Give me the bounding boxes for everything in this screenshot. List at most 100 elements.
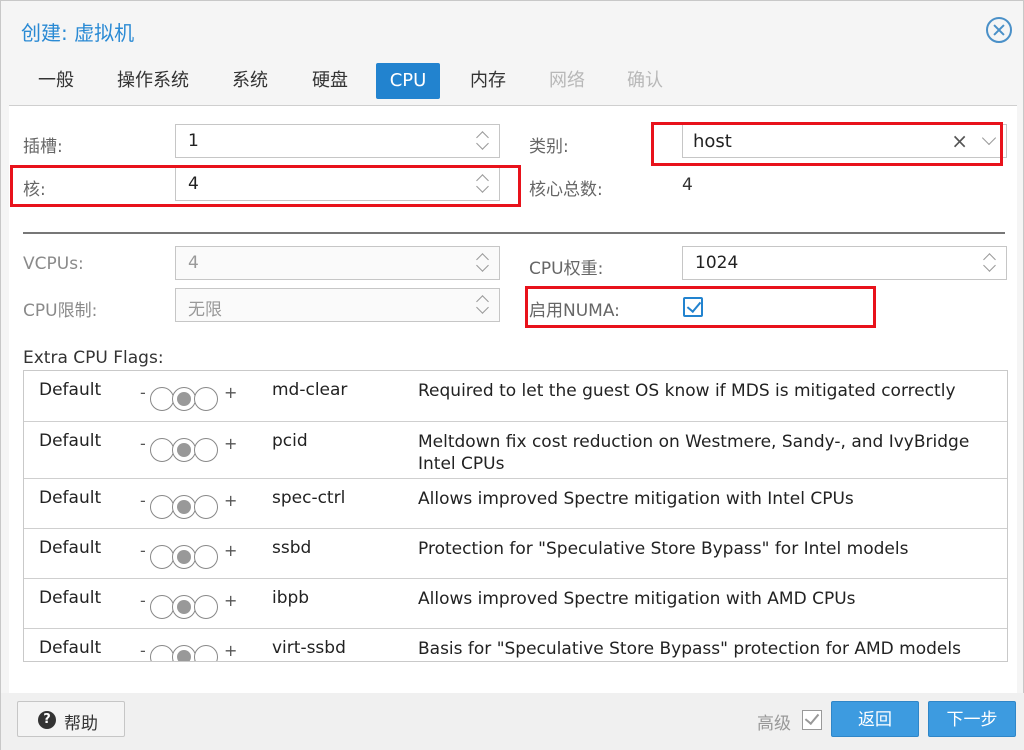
flag-description: Meltdown fix cost reduction on Westmere,…	[418, 432, 970, 474]
flag-description: Allows improved Spectre mitigation with …	[418, 589, 856, 609]
dialog-title: 创建: 虚拟机	[21, 21, 135, 45]
plus-icon: +	[224, 434, 238, 453]
flag-description: Basis for "Speculative Store Bypass" pro…	[418, 639, 961, 659]
flag-name: ibpb	[272, 588, 310, 608]
vcpus-label: VCPUs:	[23, 254, 84, 274]
dialog-footer: ? 帮助 高级 返回 下一步	[1, 693, 1024, 750]
cpu-limit-value: 无限	[188, 300, 222, 320]
tab-cpu[interactable]: CPU	[376, 63, 440, 99]
flag-toggle	[150, 645, 220, 661]
flag-toggle	[150, 387, 220, 411]
cpu-units-value: 1024	[695, 253, 739, 273]
clear-icon[interactable]: ×	[951, 129, 968, 153]
create-vm-dialog: 创建: 虚拟机 一般 操作系统 系统 硬盘 CPU 内存 网络 确认 插槽: 1…	[0, 0, 1024, 750]
sockets-value: 1	[188, 131, 199, 151]
plus-icon: +	[224, 383, 238, 402]
numa-checkbox[interactable]	[683, 297, 703, 317]
flag-name: spec-ctrl	[272, 488, 346, 508]
flag-on-radio[interactable]	[194, 645, 218, 661]
tab-disk[interactable]: 硬盘	[297, 63, 363, 99]
tab-memory[interactable]: 内存	[455, 63, 521, 99]
tab-system[interactable]: 系统	[217, 63, 283, 99]
flag-default-radio[interactable]	[172, 387, 196, 411]
flag-name: md-clear	[272, 380, 348, 400]
flag-toggle	[150, 438, 220, 462]
cpu-flags-table[interactable]: Default - + md-clear Required to let the…	[23, 370, 1008, 662]
minus-icon: -	[140, 591, 146, 610]
minus-icon: -	[140, 491, 146, 510]
minus-icon: -	[140, 641, 146, 660]
flag-name: pcid	[272, 431, 308, 451]
sockets-label: 插槽:	[23, 137, 63, 157]
close-icon[interactable]	[986, 17, 1012, 43]
flag-on-radio[interactable]	[194, 595, 218, 619]
spinner-arrows-icon[interactable]	[476, 129, 491, 153]
flag-default-radio[interactable]	[172, 645, 196, 661]
flag-off-radio[interactable]	[150, 495, 174, 519]
spinner-arrows-icon[interactable]	[476, 293, 491, 317]
flag-on-radio[interactable]	[194, 545, 218, 569]
spinner-arrows-icon[interactable]	[983, 251, 998, 275]
table-row: Default - + spec-ctrl Allows improved Sp…	[24, 479, 1007, 529]
flag-default-radio[interactable]	[172, 495, 196, 519]
flag-off-radio[interactable]	[150, 438, 174, 462]
cpu-type-combo[interactable]: host ×	[682, 124, 1007, 158]
plus-icon: +	[224, 541, 238, 560]
spinner-arrows-icon[interactable]	[476, 172, 491, 196]
cores-label: 核:	[23, 180, 46, 200]
table-row: Default - + virt-ssbd Basis for "Specula…	[24, 629, 1007, 661]
plus-icon: +	[224, 591, 238, 610]
section-divider	[23, 232, 1005, 234]
flag-default-radio[interactable]	[172, 595, 196, 619]
tab-general[interactable]: 一般	[23, 63, 89, 99]
back-button[interactable]: 返回	[831, 701, 919, 737]
flag-toggle	[150, 545, 220, 569]
flag-off-radio[interactable]	[150, 545, 174, 569]
plus-icon: +	[224, 641, 238, 660]
tab-os[interactable]: 操作系统	[105, 63, 201, 99]
help-button-label: 帮助	[64, 714, 98, 734]
sockets-spinner[interactable]: 1	[175, 124, 500, 158]
flag-default-radio[interactable]	[172, 545, 196, 569]
wizard-tabs: 一般 操作系统 系统 硬盘 CPU 内存 网络 确认	[1, 63, 1024, 103]
flag-on-radio[interactable]	[194, 495, 218, 519]
help-button[interactable]: ? 帮助	[17, 701, 125, 737]
table-row: Default - + md-clear Required to let the…	[24, 371, 1007, 422]
flag-description: Protection for "Speculative Store Bypass…	[418, 539, 909, 559]
title-bar: 创建: 虚拟机	[1, 1, 1024, 61]
flag-off-radio[interactable]	[150, 595, 174, 619]
cpu-limit-spinner[interactable]: 无限	[175, 288, 500, 322]
next-button[interactable]: 下一步	[928, 701, 1016, 737]
flag-off-radio[interactable]	[150, 645, 174, 661]
help-icon: ?	[38, 711, 56, 729]
plus-icon: +	[224, 491, 238, 510]
table-row: Default - + ssbd Protection for "Specula…	[24, 529, 1007, 579]
total-cores-label: 核心总数:	[529, 180, 603, 200]
flag-description: Required to let the guest OS know if MDS…	[418, 381, 956, 401]
type-label: 类别:	[529, 137, 569, 157]
flag-toggle	[150, 595, 220, 619]
cpu-units-spinner[interactable]: 1024	[682, 246, 1007, 280]
flag-on-radio[interactable]	[194, 438, 218, 462]
flag-state: Default	[39, 588, 102, 608]
flag-off-radio[interactable]	[150, 387, 174, 411]
vcpus-spinner[interactable]: 4	[175, 246, 500, 280]
flag-description: Allows improved Spectre mitigation with …	[418, 489, 854, 509]
cpu-type-value: host	[693, 131, 732, 152]
table-row: Default - + pcid Meltdown fix cost reduc…	[24, 422, 1007, 479]
flag-name: ssbd	[272, 538, 312, 558]
flag-state: Default	[39, 380, 102, 400]
chevron-down-icon[interactable]	[981, 130, 997, 146]
advanced-checkbox[interactable]	[802, 710, 822, 730]
cores-spinner[interactable]: 4	[175, 167, 500, 201]
flag-state: Default	[39, 431, 102, 451]
total-cores-value: 4	[682, 175, 693, 195]
flag-state: Default	[39, 538, 102, 558]
numa-label: 启用NUMA:	[529, 301, 620, 321]
minus-icon: -	[140, 434, 146, 453]
flag-toggle	[150, 495, 220, 519]
spinner-arrows-icon[interactable]	[476, 251, 491, 275]
vcpus-value: 4	[188, 253, 199, 273]
flag-default-radio[interactable]	[172, 438, 196, 462]
flag-on-radio[interactable]	[194, 387, 218, 411]
